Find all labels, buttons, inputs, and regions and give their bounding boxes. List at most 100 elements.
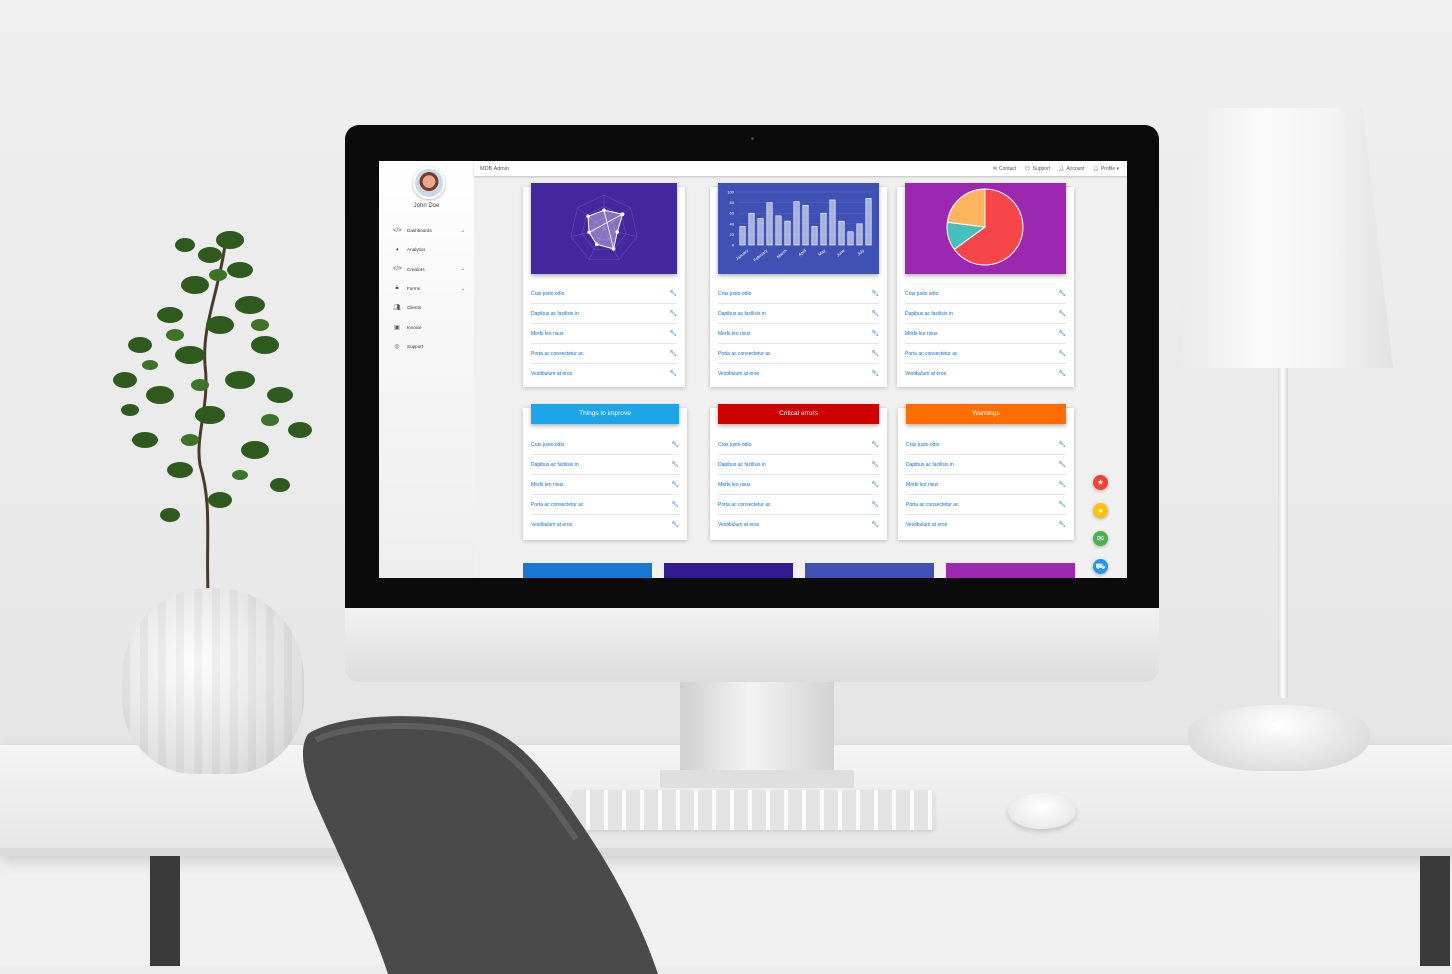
- wrench-icon[interactable]: 🔧︎: [871, 350, 879, 357]
- list-item[interactable]: Porta ac consectetur ac 🔧︎: [718, 495, 879, 515]
- list-item[interactable]: Porta ac consectetur ac 🔧︎: [906, 495, 1066, 515]
- brand-name[interactable]: MDB Admin: [480, 166, 993, 172]
- bottom-card-purple: [946, 563, 1075, 578]
- wrench-icon[interactable]: 🔧︎: [1058, 441, 1066, 448]
- vase: [122, 588, 304, 774]
- list-item[interactable]: Morbi leo risus 🔧︎: [718, 324, 879, 344]
- sidebar-item-analytics[interactable]: ◕ Analytics: [393, 240, 465, 259]
- nav-link-support[interactable]: 💬︎ Support: [1024, 166, 1050, 172]
- wrench-icon[interactable]: 🔧︎: [871, 481, 879, 488]
- wrench-icon[interactable]: 🔧︎: [871, 310, 879, 317]
- wrench-icon[interactable]: 🔧︎: [1058, 370, 1066, 377]
- sidebar-item-support[interactable]: ◎ Support: [393, 337, 465, 356]
- list-item-label: Morbi leo risus: [718, 330, 751, 337]
- nav-link-account[interactable]: 👤︎ Account: [1058, 166, 1084, 172]
- list-item[interactable]: Vestibulum at eros 🔧︎: [905, 364, 1066, 383]
- list-item[interactable]: Dapibus ac facilisis in 🔧︎: [718, 304, 879, 324]
- wrench-icon[interactable]: 🔧︎: [1058, 481, 1066, 488]
- list-item[interactable]: Vestibulum at eros 🔧︎: [718, 515, 879, 534]
- wrench-icon[interactable]: 🔧︎: [671, 461, 679, 468]
- list-item[interactable]: Dapibus ac facilisis in 🔧︎: [531, 455, 679, 475]
- wrench-icon[interactable]: 🔧︎: [871, 441, 879, 448]
- sidebar-item-forms[interactable]: 🔒︎ Forms ⌄: [393, 279, 465, 298]
- list-item[interactable]: Dapibus ac facilisis in 🔧︎: [718, 455, 879, 475]
- panel-header: Things to improve: [531, 404, 679, 424]
- wrench-icon[interactable]: 🔧︎: [1058, 290, 1066, 297]
- sidebar-item-clients[interactable]: 👥︎ Clients: [393, 298, 465, 317]
- wrench-icon[interactable]: 🔧︎: [669, 370, 677, 377]
- list-item[interactable]: Morbi leo risus 🔧︎: [905, 324, 1066, 344]
- bar: [820, 212, 827, 246]
- list-item[interactable]: Dapibus ac facilisis in 🔧︎: [906, 455, 1066, 475]
- list-item[interactable]: Vestibulum at eros 🔧︎: [906, 515, 1066, 534]
- wrench-icon[interactable]: 🔧︎: [1058, 350, 1066, 357]
- cart-icon[interactable]: ⛟: [1093, 559, 1108, 574]
- wrench-icon[interactable]: 🔧︎: [671, 501, 679, 508]
- list-item[interactable]: Dapibus ac facilisis in 🔧︎: [905, 304, 1066, 324]
- avatar[interactable]: [413, 167, 445, 199]
- list-group: Cras justo odio 🔧︎ Dapibus ac facilisis i…: [905, 284, 1066, 383]
- list-item-label: Morbi leo risus: [906, 481, 939, 488]
- list-item[interactable]: Vestibulum at eros 🔧︎: [531, 515, 679, 534]
- lifebuoy-icon: ◎: [394, 343, 400, 350]
- wrench-icon[interactable]: 🔧︎: [871, 370, 879, 377]
- wrench-icon[interactable]: 🔧︎: [671, 481, 679, 488]
- chart-card-pie: Cras justo odio 🔧︎ Dapibus ac facilisis i…: [897, 183, 1074, 387]
- wrench-icon[interactable]: 🔧︎: [1058, 310, 1066, 317]
- nav-link-contact[interactable]: ✉ Contact: [993, 166, 1016, 172]
- star-icon[interactable]: ★: [1093, 475, 1108, 490]
- wrench-icon[interactable]: 🔧︎: [669, 310, 677, 317]
- nav-link-label: Contact: [999, 165, 1017, 172]
- list-item[interactable]: Morbi leo risus 🔧︎: [531, 324, 677, 344]
- wrench-icon[interactable]: 🔧︎: [871, 330, 879, 337]
- list-item[interactable]: Cras justo odio 🔧︎: [905, 284, 1066, 304]
- y-tick-label: 80: [730, 200, 735, 205]
- wrench-icon[interactable]: 🔧︎: [871, 501, 879, 508]
- wrench-icon[interactable]: 🔧︎: [669, 290, 677, 297]
- list-group: Cras justo odio 🔧︎ Dapibus ac facilisis i…: [906, 435, 1066, 534]
- list-item[interactable]: Porta ac consectetur ac 🔧︎: [718, 344, 879, 364]
- list-group: Cras justo odio 🔧︎ Dapibus ac facilisis i…: [531, 284, 677, 383]
- sidebar-item-creators[interactable]: </> Creators ⌄: [393, 260, 465, 279]
- list-item[interactable]: Vestibulum at eros 🔧︎: [718, 364, 879, 383]
- wrench-icon[interactable]: 🔧︎: [1058, 501, 1066, 508]
- wrench-icon[interactable]: 🔧︎: [1058, 461, 1066, 468]
- bell-icon[interactable]: ●: [1093, 503, 1108, 518]
- nav-link-profile[interactable]: 👤︎ Profile ▾: [1093, 166, 1119, 172]
- wrench-icon[interactable]: 🔧︎: [871, 290, 879, 297]
- y-tick-label: 60: [730, 211, 735, 216]
- wrench-icon[interactable]: 🔧︎: [671, 441, 679, 448]
- wrench-icon[interactable]: 🔧︎: [871, 521, 879, 528]
- wrench-icon[interactable]: 🔧︎: [1058, 330, 1066, 337]
- wrench-icon[interactable]: 🔧︎: [871, 461, 879, 468]
- list-item[interactable]: Cras justo odio 🔧︎: [531, 284, 677, 304]
- list-item[interactable]: Morbi leo risus 🔧︎: [906, 475, 1066, 495]
- list-item[interactable]: Porta ac consectetur ac 🔧︎: [531, 495, 679, 515]
- list-item[interactable]: Cras justo odio 🔧︎: [718, 284, 879, 304]
- list-item[interactable]: Morbi leo risus 🔧︎: [531, 475, 679, 495]
- list-item[interactable]: Morbi leo risus 🔧︎: [718, 475, 879, 495]
- sidebar-item-invoice[interactable]: ▣ Invoice: [393, 317, 465, 336]
- list-item[interactable]: Porta ac consectetur ac 🔧︎: [531, 344, 677, 364]
- wrench-icon[interactable]: 🔧︎: [669, 330, 677, 337]
- bar: [865, 198, 872, 246]
- list-item[interactable]: Dapibus ac facilisis in 🔧︎: [531, 304, 677, 324]
- wrench-icon[interactable]: 🔧︎: [1058, 521, 1066, 528]
- list-item-label: Porta ac consectetur ac: [531, 501, 584, 508]
- pie-slice: [946, 188, 986, 228]
- sidebar-item-dashboards[interactable]: </> Dashboards ⌄: [393, 221, 465, 240]
- list-item-label: Cras justo odio: [718, 290, 752, 297]
- bar: [847, 231, 854, 246]
- list-item[interactable]: Cras justo odio 🔧︎: [906, 435, 1066, 455]
- list-item[interactable]: Porta ac consectetur ac 🔧︎: [905, 344, 1066, 364]
- bar: [802, 204, 809, 246]
- list-item[interactable]: Vestibulum at eros 🔧︎: [531, 364, 677, 383]
- chart-header: [531, 183, 677, 274]
- wrench-icon[interactable]: 🔧︎: [671, 521, 679, 528]
- wrench-icon[interactable]: 🔧︎: [669, 350, 677, 357]
- list-item[interactable]: Cras justo odio 🔧︎: [718, 435, 879, 455]
- envelope-icon[interactable]: ✉: [1093, 531, 1108, 546]
- sidebar-item-label: Dashboards: [407, 228, 432, 234]
- panel-title: Things to improve: [579, 410, 631, 417]
- list-item[interactable]: Cras justo odio 🔧︎: [531, 435, 679, 455]
